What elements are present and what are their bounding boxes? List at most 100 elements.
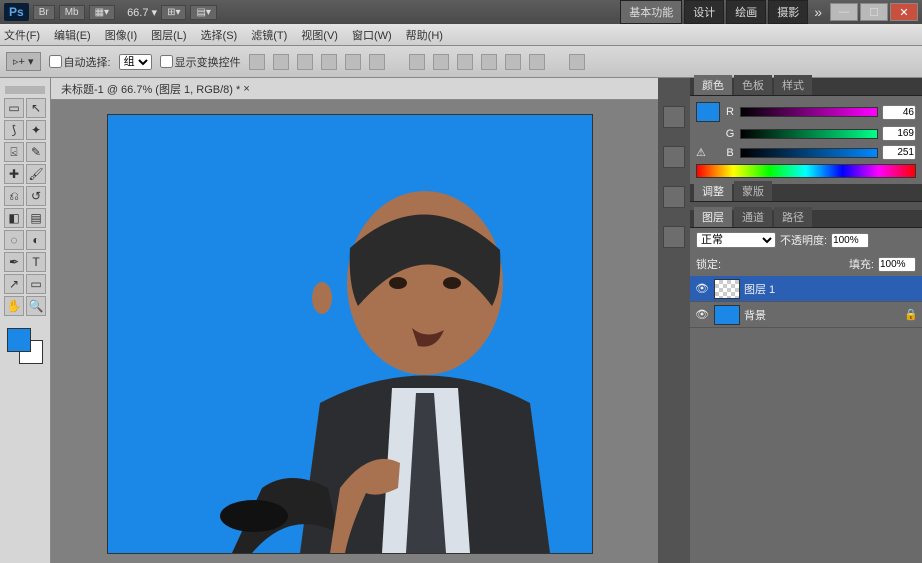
path-tool[interactable]: ↗ [4,274,24,294]
b-slider[interactable] [740,148,878,158]
canvas-area [51,100,658,563]
layer-name[interactable]: 背景 [744,307,766,323]
shape-tool[interactable]: ▭ [26,274,46,294]
canvas[interactable] [107,114,593,554]
eyedropper-tool[interactable]: ✎ [26,142,46,162]
tab-adjustments[interactable]: 调整 [694,181,732,201]
type-tool[interactable]: T [26,252,46,272]
tab-color[interactable]: 颜色 [694,75,732,95]
tab-paths[interactable]: 路径 [774,207,812,227]
layers-panel: 正常 不透明度: 锁定: 填充: 👁 图层 1 [690,228,922,563]
workspace-photography[interactable]: 摄影 [768,0,808,24]
layer-thumbnail[interactable] [714,305,740,325]
menu-select[interactable]: 选择(S) [201,27,238,43]
marquee-tool[interactable]: ▭ [4,98,24,118]
distribute-icon[interactable] [481,54,497,70]
auto-select-type[interactable]: 组 [119,54,152,70]
blend-mode-select[interactable]: 正常 [696,232,776,248]
menu-image[interactable]: 图像(I) [105,27,137,43]
tab-layers[interactable]: 图层 [694,207,732,227]
opacity-input[interactable] [831,233,869,248]
foreground-color[interactable] [7,328,31,352]
g-input[interactable] [882,126,916,141]
close-button[interactable]: ✕ [890,3,918,21]
minimize-button[interactable]: — [830,3,858,21]
document-tab[interactable]: 未标题-1 @ 66.7% (图层 1, RGB/8) * × [51,78,658,100]
eraser-tool[interactable]: ◧ [4,208,24,228]
brush-tool[interactable]: 🖌 [26,164,46,184]
distribute-icon[interactable] [409,54,425,70]
align-icon[interactable] [345,54,361,70]
layer-thumbnail[interactable] [714,279,740,299]
view-extras-button[interactable]: ⊞▾ [161,5,186,20]
menu-layer[interactable]: 图层(L) [151,27,186,43]
menu-window[interactable]: 窗口(W) [352,27,392,43]
menu-help[interactable]: 帮助(H) [406,27,443,43]
menu-file[interactable]: 文件(F) [4,27,40,43]
mb-button[interactable]: Mb [59,5,85,20]
workspace-design[interactable]: 设计 [684,0,724,24]
arrange-button[interactable]: ▤▾ [190,5,216,20]
distribute-icon[interactable] [505,54,521,70]
spectrum-bar[interactable] [696,164,916,178]
align-icon[interactable] [369,54,385,70]
auto-align-icon[interactable] [569,54,585,70]
color-swatch[interactable] [7,328,43,364]
wand-tool[interactable]: ✦ [26,120,46,140]
color-preview[interactable] [696,102,720,122]
fill-label: 填充: [849,256,874,272]
lasso-tool[interactable]: ⟆ [4,120,24,140]
visibility-icon[interactable]: 👁 [694,307,710,323]
zoom-tool[interactable]: 🔍 [26,296,46,316]
r-slider[interactable] [740,107,878,117]
pen-tool[interactable]: ✒ [4,252,24,272]
blur-tool[interactable]: ◌ [4,230,24,250]
maximize-button[interactable]: ☐ [860,3,888,21]
clone-panel-icon[interactable] [663,226,685,248]
distribute-icon[interactable] [529,54,545,70]
align-icon[interactable] [249,54,265,70]
actions-panel-icon[interactable] [663,146,685,168]
brush-panel-icon[interactable] [663,186,685,208]
visibility-icon[interactable]: 👁 [694,281,710,297]
stamp-tool[interactable]: ⎌ [4,186,24,206]
b-input[interactable] [882,145,916,160]
g-slider[interactable] [740,129,878,139]
align-icon[interactable] [273,54,289,70]
move-tool-icon[interactable]: ▹+ ▾ [6,52,41,71]
heal-tool[interactable]: ✚ [4,164,24,184]
tab-masks[interactable]: 蒙版 [734,181,772,201]
tab-channels[interactable]: 通道 [734,207,772,227]
distribute-icon[interactable] [457,54,473,70]
r-input[interactable] [882,105,916,120]
tab-swatches[interactable]: 色板 [734,75,772,95]
layer-row[interactable]: 👁 背景 🔒 [690,302,922,328]
layer-row[interactable]: 👁 图层 1 [690,276,922,302]
menu-view[interactable]: 视图(V) [301,27,338,43]
transform-controls-checkbox[interactable]: 显示变换控件 [160,54,241,70]
bridge-button[interactable]: Br [33,5,55,20]
menu-edit[interactable]: 编辑(E) [54,27,91,43]
auto-select-checkbox[interactable]: 自动选择: [49,54,111,70]
panel-grip[interactable] [5,86,45,94]
dodge-tool[interactable]: ◐ [26,230,46,250]
opacity-label: 不透明度: [780,232,827,248]
screen-mode-button[interactable]: ▦▾ [89,5,115,20]
history-brush-tool[interactable]: ↺ [26,186,46,206]
workspace-essentials[interactable]: 基本功能 [620,0,682,24]
layer-name[interactable]: 图层 1 [744,281,775,297]
workspace-more-icon[interactable]: » [814,4,822,20]
distribute-icon[interactable] [433,54,449,70]
gradient-tool[interactable]: ▤ [26,208,46,228]
align-icon[interactable] [297,54,313,70]
workspace-painting[interactable]: 绘画 [726,0,766,24]
zoom-value[interactable]: 66.7 ▾ [127,6,157,19]
history-panel-icon[interactable] [663,106,685,128]
crop-tool[interactable]: ⍃ [4,142,24,162]
tab-styles[interactable]: 样式 [774,75,812,95]
align-icon[interactable] [321,54,337,70]
fill-input[interactable] [878,257,916,272]
menu-filter[interactable]: 滤镜(T) [251,27,287,43]
hand-tool[interactable]: ✋ [4,296,24,316]
move-tool[interactable]: ↖ [26,98,46,118]
